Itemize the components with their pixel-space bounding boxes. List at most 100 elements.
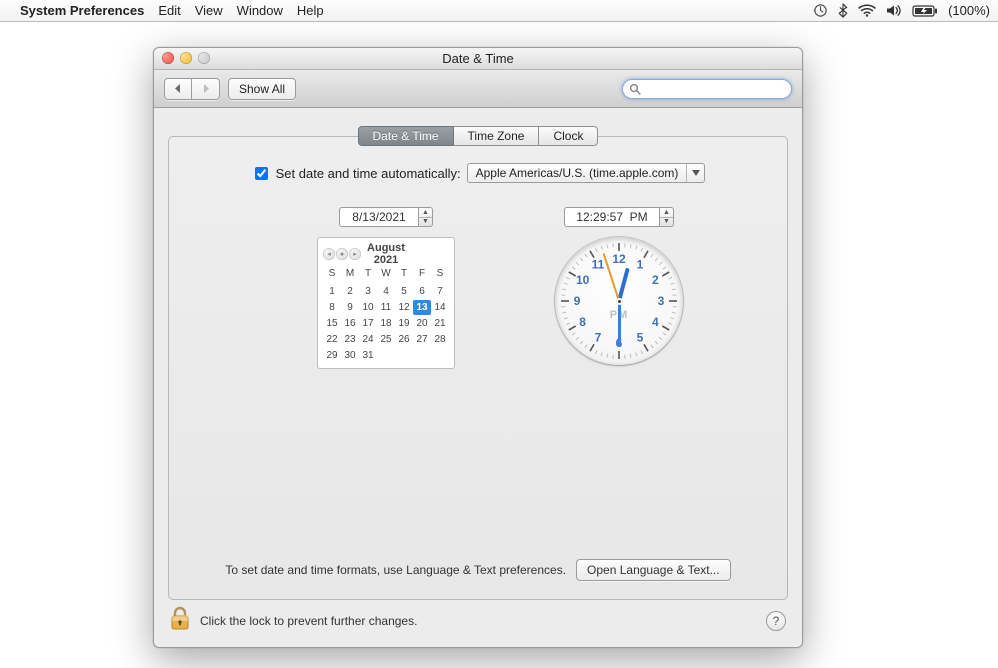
calendar-day[interactable]: 1: [323, 284, 341, 299]
time-column: ▲ ▼ 121234567891011 PM: [555, 207, 683, 365]
calendar-dow: T: [359, 268, 377, 283]
calendar-day[interactable]: 10: [359, 300, 377, 315]
calendar-day[interactable]: 29: [323, 348, 341, 363]
calendar-day[interactable]: 20: [413, 316, 431, 331]
calendar-dow: S: [431, 268, 449, 283]
calendar-dow: M: [341, 268, 359, 283]
tab-clock[interactable]: Clock: [539, 126, 598, 146]
calendar-day[interactable]: 18: [377, 316, 395, 331]
calendar-title: August 2021: [361, 242, 411, 266]
menu-view[interactable]: View: [195, 3, 223, 18]
calendar-day[interactable]: 17: [359, 316, 377, 331]
auto-time-text: Set date and time automatically:: [276, 166, 461, 181]
calendar-day[interactable]: 30: [341, 348, 359, 363]
title-bar[interactable]: Date & Time: [154, 48, 802, 70]
calendar-grid: SMTWTFS123456789101112131415161718192021…: [321, 268, 451, 363]
calendar-day[interactable]: 8: [323, 300, 341, 315]
calendar-day[interactable]: 7: [431, 284, 449, 299]
wifi-icon[interactable]: [858, 4, 876, 17]
calendar-day[interactable]: 21: [431, 316, 449, 331]
menu-bar: System Preferences Edit View Window Help…: [0, 0, 998, 22]
tab-strip: Date & Time Time Zone Clock: [168, 126, 788, 146]
stepper-up-icon[interactable]: ▲: [660, 208, 673, 218]
minimize-button[interactable]: [180, 52, 192, 64]
date-stepper[interactable]: ▲ ▼: [419, 207, 433, 227]
auto-time-checkbox[interactable]: [255, 167, 268, 180]
calendar-day[interactable]: 13: [413, 300, 431, 315]
svg-text:10: 10: [576, 273, 590, 287]
back-button[interactable]: [164, 78, 192, 100]
time-machine-icon[interactable]: [813, 3, 828, 18]
stepper-down-icon[interactable]: ▼: [419, 218, 432, 227]
help-button[interactable]: ?: [766, 611, 786, 631]
calendar-day[interactable]: 5: [395, 284, 413, 299]
search-input[interactable]: [645, 81, 804, 97]
time-stepper[interactable]: ▲ ▼: [660, 207, 674, 227]
nav-segmented: [164, 78, 220, 100]
time-input[interactable]: [564, 207, 660, 227]
date-time-row: ▲ ▼ ◂ ● ▸ August 2021: [187, 207, 769, 369]
calendar-day[interactable]: 22: [323, 332, 341, 347]
calendar-today-button[interactable]: ●: [336, 248, 348, 260]
app-menu[interactable]: System Preferences: [20, 3, 144, 18]
time-server-select[interactable]: Apple Americas/U.S. (time.apple.com): [467, 163, 706, 183]
lock-icon[interactable]: [170, 606, 192, 635]
lock-hint: Click the lock to prevent further change…: [200, 614, 417, 628]
calendar-nav: ◂ ● ▸: [323, 248, 361, 260]
volume-icon[interactable]: [886, 4, 902, 17]
calendar-day[interactable]: 27: [413, 332, 431, 347]
calendar-dow: F: [413, 268, 431, 283]
open-language-text-button[interactable]: Open Language & Text...: [576, 559, 731, 581]
svg-text:9: 9: [574, 294, 581, 308]
calendar-day[interactable]: 28: [431, 332, 449, 347]
calendar-day[interactable]: 3: [359, 284, 377, 299]
preferences-window: Date & Time Show All Date & Time Time Zo…: [153, 47, 803, 648]
zoom-button[interactable]: [198, 52, 210, 64]
show-all-button[interactable]: Show All: [228, 78, 296, 100]
menu-edit[interactable]: Edit: [158, 3, 180, 18]
calendar-day[interactable]: 26: [395, 332, 413, 347]
calendar[interactable]: ◂ ● ▸ August 2021 SMTWTFS123456789101112…: [317, 237, 455, 369]
window-controls: [162, 52, 210, 64]
bluetooth-icon[interactable]: [838, 3, 848, 18]
calendar-day[interactable]: 25: [377, 332, 395, 347]
calendar-day[interactable]: 12: [395, 300, 413, 315]
stepper-up-icon[interactable]: ▲: [419, 208, 432, 218]
menu-window[interactable]: Window: [237, 3, 283, 18]
calendar-day[interactable]: 6: [413, 284, 431, 299]
calendar-day[interactable]: 15: [323, 316, 341, 331]
calendar-next-button[interactable]: ▸: [349, 248, 361, 260]
date-column: ▲ ▼ ◂ ● ▸ August 2021: [317, 207, 455, 369]
calendar-day[interactable]: 23: [341, 332, 359, 347]
battery-icon[interactable]: [912, 5, 938, 17]
auto-time-checkbox-label[interactable]: Set date and time automatically:: [251, 164, 461, 183]
calendar-day[interactable]: 11: [377, 300, 395, 315]
calendar-day[interactable]: 24: [359, 332, 377, 347]
calendar-day[interactable]: 16: [341, 316, 359, 331]
calendar-day[interactable]: 31: [359, 348, 377, 363]
format-hint: To set date and time formats, use Langua…: [225, 563, 566, 577]
calendar-dow: T: [395, 268, 413, 283]
date-input[interactable]: [339, 207, 419, 227]
calendar-day[interactable]: 19: [395, 316, 413, 331]
close-button[interactable]: [162, 52, 174, 64]
search-field[interactable]: [622, 79, 792, 99]
tab-time-zone[interactable]: Time Zone: [454, 126, 540, 146]
menu-help[interactable]: Help: [297, 3, 324, 18]
svg-text:1: 1: [637, 258, 644, 272]
open-language-text-label: Open Language & Text...: [587, 563, 720, 577]
chevron-down-icon: [686, 164, 704, 182]
minute-hand: [618, 301, 621, 347]
stepper-down-icon[interactable]: ▼: [660, 218, 673, 227]
forward-button[interactable]: [192, 78, 220, 100]
calendar-day[interactable]: 2: [341, 284, 359, 299]
tab-date-time[interactable]: Date & Time: [358, 126, 454, 146]
calendar-header: ◂ ● ▸ August 2021: [321, 242, 451, 266]
clock-pin: [616, 298, 623, 305]
date-stepper-field: ▲ ▼: [339, 207, 433, 227]
calendar-day[interactable]: 14: [431, 300, 449, 315]
calendar-day[interactable]: 9: [341, 300, 359, 315]
show-all-label: Show All: [239, 82, 285, 96]
calendar-prev-button[interactable]: ◂: [323, 248, 335, 260]
calendar-day[interactable]: 4: [377, 284, 395, 299]
